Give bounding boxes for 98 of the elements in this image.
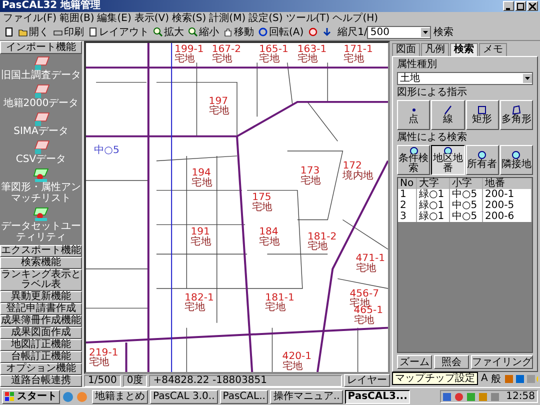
action-button[interactable]: ズーム: [397, 355, 432, 369]
land-use-label: 宅地: [174, 54, 195, 65]
menu-item[interactable]: ツール(T): [286, 12, 330, 24]
function-button[interactable]: 成果図面作成: [0, 327, 82, 339]
land-use-label: 宅地: [184, 302, 205, 314]
toolbar-button[interactable]: 印刷: [51, 26, 86, 38]
result-row[interactable]: 2 緑○1 中○5 200-5: [398, 200, 532, 211]
attribute-search-button[interactable]: 所有者: [466, 145, 499, 175]
land-use-label: 宅地: [259, 236, 280, 248]
land-use-label: 宅地: [356, 262, 376, 274]
toolbar-text[interactable]: 般: [490, 372, 501, 386]
taskbar-button[interactable]: 操作マニュア..: [270, 390, 343, 404]
menu-item[interactable]: 検索(S): [172, 12, 206, 24]
shape-button[interactable]: 線: [431, 100, 464, 130]
panel-header: インポート機能: [0, 41, 82, 54]
group-label: 図形による指示: [397, 87, 468, 98]
parcel-number: 471-1: [356, 253, 386, 264]
group-label: 属性による検索: [397, 132, 468, 143]
land-use-label: 宅地: [252, 202, 272, 213]
toolbar-button[interactable]: 拡大: [151, 26, 186, 38]
taskbar-button[interactable]: PasCAL..: [220, 390, 268, 404]
land-use-label: 宅地: [300, 176, 321, 186]
table-cell: 200-6: [483, 211, 532, 222]
clock: 12:58: [506, 391, 535, 402]
panel-tab[interactable]: 検索: [450, 43, 478, 56]
land-use-label: 宅地: [89, 357, 110, 368]
function-button[interactable]: 異動更新機能: [0, 291, 82, 303]
action-button[interactable]: ファイリング: [471, 355, 533, 369]
scale-status: 1/500: [84, 374, 121, 386]
land-use-label: 境内地: [342, 170, 374, 182]
function-button[interactable]: ランキング表示とラベル表: [0, 269, 82, 291]
land-use-label: 宅地: [282, 361, 303, 372]
menu-item[interactable]: 表示(V): [134, 12, 170, 24]
attribute-search-button[interactable]: 地区地番: [431, 145, 464, 175]
land-use-label: 宅地: [344, 54, 364, 65]
tooltip: マップチップ設定: [392, 372, 478, 385]
search-button[interactable]: 検索: [431, 26, 456, 38]
land-use-label: 宅地: [212, 54, 232, 65]
result-row[interactable]: 1 緑○1 中○5 200-1: [398, 189, 532, 200]
district-label: 中○5: [94, 145, 120, 156]
taskbar-button[interactable]: 地籍まとめ: [92, 390, 148, 404]
land-use-label: 宅地: [297, 54, 318, 65]
toolbar-button[interactable]: 縮小: [186, 26, 221, 38]
panel-tab[interactable]: メモ: [479, 43, 507, 56]
menu-item[interactable]: 計測(M): [209, 12, 246, 24]
shape-button[interactable]: 矩形: [466, 100, 499, 130]
attribute-type-dropdown[interactable]: 土地: [397, 72, 533, 85]
result-row[interactable]: 3 緑○1 中○5 200-6: [398, 211, 532, 222]
function-button[interactable]: 成果簿冊作成機能: [0, 315, 82, 327]
taskbar-button[interactable]: PasCAL 3.0..: [150, 390, 218, 404]
function-button[interactable]: オプション機能: [0, 363, 82, 375]
land-use-label: 宅地: [190, 236, 211, 248]
action-button[interactable]: 照会: [434, 355, 469, 369]
land-use-label: 宅地: [307, 241, 328, 252]
scale-dropdown[interactable]: 500: [367, 26, 432, 38]
menu-item[interactable]: 編集(E): [97, 12, 132, 24]
coordinate-status: +84828.22 -18803851: [149, 374, 342, 386]
import-item[interactable]: 地籍2000データ: [3, 84, 79, 109]
group-label: 属性種別: [397, 59, 438, 70]
function-button[interactable]: 地図訂正機能: [0, 339, 82, 351]
land-use-label: 宅地: [259, 54, 280, 65]
panel-tab[interactable]: 図面: [392, 43, 420, 56]
import-item[interactable]: データセットユーティリティ: [0, 207, 82, 244]
table-cell: 緑○1: [417, 211, 450, 222]
function-button[interactable]: 検索機能: [0, 257, 82, 269]
taskbar-button[interactable]: PasCAL3...: [344, 390, 410, 404]
toolbar-text[interactable]: A: [481, 373, 488, 384]
land-use-label: 宅地: [265, 302, 286, 314]
import-item[interactable]: 筆図形・属性アンマッチリスト: [0, 168, 82, 204]
table-cell: 中○5: [450, 211, 483, 222]
parcel-number: 191: [190, 226, 210, 238]
import-item[interactable]: SIMAデータ: [14, 112, 68, 137]
function-button[interactable]: 道路台帳連携: [0, 375, 82, 387]
attribute-search-button[interactable]: 隣接地: [500, 145, 533, 175]
function-button[interactable]: 登記申請書作成: [0, 303, 82, 315]
import-item[interactable]: CSVデータ: [16, 140, 66, 166]
layer-button[interactable]: レイヤー: [344, 374, 390, 387]
toolbar-button[interactable]: 回転(A): [256, 26, 306, 38]
import-item[interactable]: 旧国土調査データ: [1, 56, 81, 81]
panel-tab[interactable]: 凡例: [421, 43, 449, 56]
menu-item[interactable]: 設定(S): [248, 12, 283, 24]
angle-status: 0度: [122, 374, 148, 386]
menu-item[interactable]: ファイル(F): [3, 12, 57, 24]
table-cell: 3: [398, 211, 417, 222]
attribute-search-button[interactable]: 条件検索: [397, 145, 430, 175]
menu-item[interactable]: ヘルプ(H): [332, 12, 378, 24]
menu-item[interactable]: 範囲(B): [60, 12, 94, 24]
land-use-label: 宅地: [208, 106, 230, 117]
parcel-number: 184: [259, 226, 278, 238]
function-button[interactable]: エクスポート機能: [0, 245, 82, 257]
land-use-label: 宅地: [354, 315, 374, 326]
land-use-label: 宅地: [192, 178, 212, 188]
shape-button[interactable]: 多角形: [500, 100, 533, 130]
scale-label: 縮尺1/: [338, 26, 368, 39]
function-button[interactable]: 台帳訂正機能: [0, 351, 82, 363]
start-button[interactable]: スタート: [2, 390, 60, 404]
map-view[interactable]: 中○5 199-1 宅地 167-2 宅地 165-1 宅地 163-1 宅地 171-1 宅地 197 宅地 194 宅地 172 境内地 175 宅地 173 宅地 191 宅地 184 宅地 181-2 宅地 471-1 宅地 182-1 宅地 181-1 宅地 456-7 宅地 219-1 宅地 420-1 宅地 465-1 宅地: [84, 41, 390, 374]
shape-button[interactable]: 点: [397, 100, 430, 130]
